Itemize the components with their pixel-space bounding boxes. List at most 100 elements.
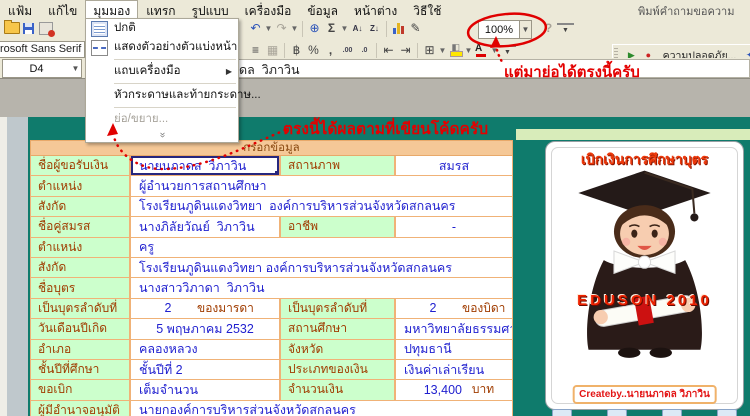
form-label-cell: สถานภาพ (280, 156, 395, 176)
decrease-indent-icon[interactable]: ⇤ (380, 42, 397, 58)
form-value-cell[interactable]: 2ของมารดา (130, 299, 280, 319)
row-header-strip (7, 117, 28, 416)
form-value-cell[interactable]: เงินค่าเล่าเรียน (395, 360, 513, 380)
form-row: สังกัดโรงเรียนภูดินแดงวิทยา องค์การบริหา… (30, 258, 513, 278)
font-color-icon[interactable]: A (473, 42, 490, 58)
form-label-cell: ชื่อผู้ขอรับเงิน (30, 156, 130, 176)
redo-icon[interactable]: ↷ (273, 20, 290, 36)
form-value-cell[interactable]: สมรส (395, 156, 513, 176)
form-label-cell: จังหวัด (280, 340, 395, 360)
form-label-cell: จำนวนเงิน (280, 380, 395, 400)
center-icon[interactable]: ≡ (247, 42, 264, 58)
name-box-value[interactable]: D4 (3, 63, 70, 75)
poster-watermark: EDUSON 2010 (546, 292, 743, 309)
form-value-cell[interactable]: เต็มจำนวน (130, 380, 280, 400)
standard-toolbar-left (3, 18, 54, 36)
form-row: สังกัดโรงเรียนภูดินแดงวิทยา องค์การบริหา… (30, 197, 513, 217)
poster-card: เบิกเงินการศึกษาบุตร (545, 141, 744, 410)
form-label-cell: วันเดือนปีเกิด (30, 319, 130, 339)
form-label-cell: เป็นบุตรลำดับที่ (280, 299, 395, 319)
form-label-cell: ตำแหน่ง (30, 176, 130, 196)
menu-separator (114, 59, 236, 60)
shape-thumb[interactable] (607, 409, 627, 416)
form-value-cell[interactable]: 5 พฤษภาคม 2532 (130, 319, 280, 339)
form-value-cell[interactable]: นางสาววิภาดา วิภาวิน (130, 278, 513, 298)
form-value-cell[interactable]: ปทุมธานี (395, 340, 513, 360)
form-row: เป็นบุตรลำดับที่2ของมารดาเป็นบุตรลำดับที… (30, 299, 513, 319)
type-question-box[interactable]: พิมพ์คำถามขอความ (638, 2, 750, 16)
form-value-cell[interactable]: มหาวิทยาลัยธรรมศาสตร์ (395, 319, 513, 339)
open-icon[interactable] (3, 20, 20, 36)
zoom-dropdown-arrow-icon[interactable]: ▼ (519, 21, 531, 38)
merge-center-icon[interactable]: ▦ (264, 42, 281, 58)
form-value-cell[interactable]: โรงเรียนภูดินแดงวิทยา องค์การบริหารส่วนจ… (130, 197, 513, 217)
fill-color-icon[interactable] (447, 42, 464, 58)
view-menu-item-3[interactable]: หัวกระดาษและท้ายกระดาษ... (86, 86, 238, 105)
form-value-cell[interactable]: - (395, 217, 513, 237)
view-menu-item-4[interactable]: ย่อ/ขยาย... (86, 110, 238, 129)
form-row: ผู้มีอำนาจอนุมัตินายกองค์การบริหารส่วนจั… (30, 401, 513, 416)
sort-asc-icon[interactable]: A↓ (349, 20, 366, 36)
toolbar-options-icon[interactable]: ▼ (499, 45, 516, 57)
form-row: วันเดือนปีเกิด5 พฤษภาคม 2532สถานศึกษามหา… (30, 319, 513, 339)
hyperlink-icon[interactable]: ⊕ (306, 20, 323, 36)
name-box-arrow-icon[interactable]: ▼ (70, 64, 81, 73)
form-row: ขอเบิกเต็มจำนวนจำนวนเงิน13,400บาท (30, 380, 513, 400)
shape-thumb[interactable] (552, 409, 572, 416)
help-icon[interactable]: ? (540, 20, 557, 36)
form-label-cell: สังกัด (30, 258, 130, 278)
form-value-cell[interactable]: ชั้นปีที่ 2 (130, 360, 280, 380)
zoom-value[interactable]: 100% (479, 24, 519, 36)
form-value-cell[interactable]: ผู้อำนวยการสถานศึกษา (130, 176, 513, 196)
dropdown-arrow-icon[interactable]: ▼ (340, 20, 349, 36)
form-value-cell[interactable]: โรงเรียนภูดินแดงวิทยา องค์การบริหารส่วนจ… (130, 258, 513, 278)
form-label-cell: อาชีพ (280, 217, 395, 237)
normal-view-icon (91, 21, 108, 37)
increase-indent-icon[interactable]: ⇥ (397, 42, 414, 58)
dropdown-arrow-icon[interactable]: ▼ (438, 42, 447, 58)
formatting-toolbar-icons: ≡▦฿%,.00.0⇤⇥⊞▼▼A▼▼ (247, 40, 516, 59)
dropdown-arrow-icon[interactable]: ▼ (290, 20, 299, 36)
view-menu-item-1[interactable]: แสดงตัวอย่างตัวแบ่งหน้า (86, 38, 238, 57)
form-value-cell[interactable]: 13,400บาท (395, 380, 513, 400)
form-row: ตำแหน่งผู้อำนวยการสถานศึกษา (30, 176, 513, 196)
form-value-cell[interactable]: นางภิลัยวัณย์ วิภาวิน (130, 217, 280, 237)
sheet-left-edge (0, 117, 7, 416)
menu-expand-chevron[interactable]: » (86, 129, 238, 142)
toolbar-options-icon[interactable]: ▼ (557, 23, 574, 35)
permission-icon[interactable] (37, 20, 54, 36)
form-row: ชั้นปีที่ศึกษาชั้นปีที่ 2ประเภทของเงินเง… (30, 360, 513, 380)
page-break-preview-icon (91, 40, 108, 56)
undo-icon[interactable]: ↶ (247, 20, 264, 36)
dropdown-arrow-icon[interactable]: ▼ (490, 42, 499, 58)
form-value-cell[interactable]: 2ของบิดา (395, 299, 513, 319)
dropdown-arrow-icon[interactable]: ▼ (264, 20, 273, 36)
name-box[interactable]: D4 ▼ (2, 59, 82, 78)
font-name-box[interactable]: rosoft Sans Serif (0, 41, 85, 58)
borders-icon[interactable]: ⊞ (421, 42, 438, 58)
autosum-icon[interactable]: Σ (323, 20, 340, 36)
shape-thumb[interactable] (662, 409, 682, 416)
vb-toolbar-pre: ▶● (623, 45, 657, 56)
form-value-cell[interactable]: นายกองค์การบริหารส่วนจังหวัดสกลนคร (130, 401, 513, 416)
chart-wizard-icon[interactable] (390, 20, 407, 36)
save-icon[interactable] (20, 20, 37, 36)
form-label-cell: ประเภทของเงิน (280, 360, 395, 380)
comma-icon[interactable]: , (322, 42, 339, 58)
decrease-decimal-icon[interactable]: .0 (356, 42, 373, 58)
form-value-cell[interactable]: คลองหลวง (130, 340, 280, 360)
zoom-combobox[interactable]: 100% ▼ (478, 20, 532, 39)
view-menu-item-2[interactable]: แถบเครื่องมือ▶ (86, 62, 238, 81)
dropdown-arrow-icon[interactable]: ▼ (464, 42, 473, 58)
form-value-cell[interactable]: นายนภาดล วิภาวิน (130, 156, 280, 176)
drawing-icon[interactable]: ✎ (407, 20, 424, 36)
form-row: ชื่อผู้ขอรับเงินนายนภาดล วิภาวินสถานภาพส… (30, 156, 513, 176)
shape-thumb[interactable] (717, 409, 737, 416)
form-value-cell[interactable]: ครู (130, 238, 513, 258)
toolbar-separator (376, 43, 377, 59)
currency-icon[interactable]: ฿ (288, 42, 305, 58)
percent-icon[interactable]: % (305, 42, 322, 58)
increase-decimal-icon[interactable]: .00 (339, 42, 356, 58)
view-menu-item-0[interactable]: ปกติ (86, 19, 238, 38)
sort-desc-icon[interactable]: Z↓ (366, 20, 383, 36)
